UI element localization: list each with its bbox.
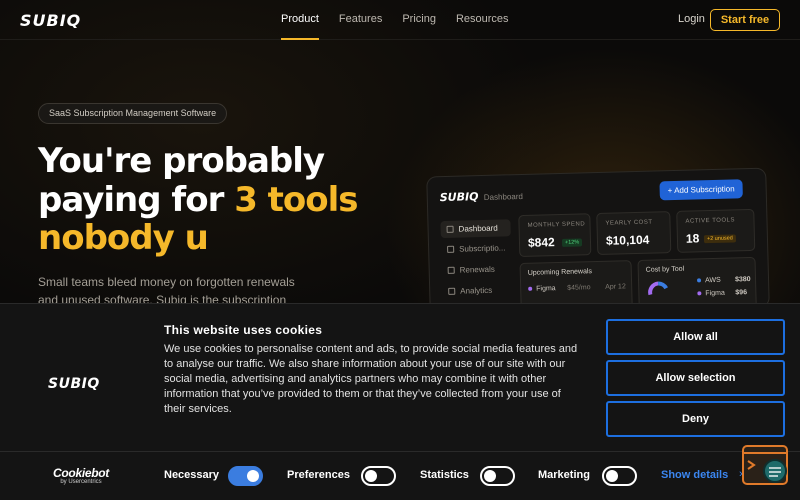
nav-link-resources[interactable]: Resources bbox=[456, 13, 509, 25]
dashboard-logo: SUBIQ bbox=[439, 190, 479, 205]
card-label: YEARLY COST bbox=[605, 219, 653, 227]
cost-value: $96 bbox=[735, 289, 748, 297]
dash-sidebar-dashboard: Dashboard bbox=[440, 219, 511, 239]
nav-link-pricing[interactable]: Pricing bbox=[402, 13, 436, 25]
card-label: MONTHLY SPEND bbox=[527, 221, 586, 229]
necessary-label: Necessary bbox=[164, 469, 220, 481]
toggle-knob bbox=[484, 470, 496, 482]
donut-chart-icon bbox=[648, 281, 669, 296]
grid-icon bbox=[446, 225, 454, 233]
dash-sidebar-label: Dashboard bbox=[458, 223, 498, 234]
headline-highlight: 3 tools bbox=[234, 179, 358, 220]
preferences-toggle[interactable] bbox=[361, 466, 396, 486]
renewal-price: $45/mo bbox=[567, 284, 591, 292]
necessary-toggle[interactable] bbox=[228, 466, 263, 486]
dashboard-title: Dashboard bbox=[483, 191, 524, 202]
cookie-description: We use cookies to personalise content an… bbox=[164, 343, 578, 415]
dash-sidebar-subscriptions: Subscriptio... bbox=[441, 239, 511, 258]
unused-badge: +2 unused bbox=[703, 234, 736, 244]
cookie-banner-logo: SUBIQ bbox=[48, 376, 100, 392]
allow-all-button[interactable]: Allow all bbox=[606, 319, 785, 355]
dashboard-preview: SUBIQ Dashboard + Add Subscription Dashb… bbox=[426, 167, 770, 317]
card-title: Upcoming Renewals bbox=[527, 268, 593, 277]
dash-sidebar-renewals: Renewals bbox=[441, 260, 511, 279]
yearly-cost-card: YEARLY COST $10,104 bbox=[596, 211, 672, 256]
chart-icon bbox=[448, 287, 456, 295]
cookiebot-logo[interactable]: Cookiebot by Usercentrics bbox=[48, 466, 114, 485]
headline-line-2: paying for 3 tools bbox=[38, 179, 398, 220]
brand-logo[interactable]: SUBIQ bbox=[20, 11, 81, 30]
statistics-toggle[interactable] bbox=[480, 466, 515, 486]
toggle-knob bbox=[365, 470, 377, 482]
cookie-consent-banner: SUBIQ This website uses cookies We use c… bbox=[0, 303, 800, 500]
headline-line-1: You're probably bbox=[38, 141, 325, 181]
add-subscription-button: + Add Subscription bbox=[659, 179, 743, 201]
nav-links: Product Features Pricing Resources bbox=[281, 13, 509, 40]
cost-name: Figma bbox=[705, 289, 725, 298]
aws-dot-icon bbox=[696, 278, 702, 283]
renewal-name: Figma bbox=[536, 285, 556, 293]
trend-badge: +12% bbox=[561, 238, 583, 247]
show-details-link[interactable]: Show details bbox=[661, 469, 728, 481]
cost-row: AWS bbox=[696, 276, 721, 285]
cost-value: $380 bbox=[734, 276, 751, 284]
preferences-label: Preferences bbox=[287, 469, 350, 481]
dash-sidebar-label: Subscriptio... bbox=[459, 243, 506, 254]
monthly-spend-card: MONTHLY SPEND $842 +12% bbox=[518, 213, 592, 258]
allow-selection-button[interactable]: Allow selection bbox=[606, 360, 785, 396]
nav-link-features[interactable]: Features bbox=[339, 13, 382, 25]
cookie-divider bbox=[0, 451, 800, 452]
statistics-label: Statistics bbox=[420, 469, 469, 481]
hero-headline: You're probably paying for 3 tools nobod… bbox=[38, 142, 398, 258]
renewal-date: Apr 12 bbox=[605, 283, 626, 291]
cost-row: Figma bbox=[697, 290, 725, 298]
deny-button[interactable]: Deny bbox=[606, 401, 785, 437]
cost-name: AWS bbox=[704, 276, 721, 285]
nav-link-product[interactable]: Product bbox=[281, 13, 319, 40]
toggle-knob bbox=[247, 470, 259, 482]
top-navbar: SUBIQ Product Features Pricing Resources… bbox=[0, 0, 800, 40]
toggle-knob bbox=[606, 470, 618, 482]
card-value: $842 bbox=[527, 235, 555, 250]
chat-widget-icon[interactable] bbox=[742, 445, 790, 487]
card-title: Cost by Tool bbox=[645, 265, 685, 274]
headline-line-2-start: paying for bbox=[38, 179, 235, 220]
card-label: ACTIVE TOOLS bbox=[685, 217, 736, 225]
calendar-icon bbox=[447, 266, 455, 274]
dash-sidebar-label: Renewals bbox=[459, 264, 495, 275]
headline-line-3: nobody u bbox=[38, 218, 209, 258]
card-value: $10,104 bbox=[605, 232, 650, 248]
cookiebot-name: Cookiebot bbox=[53, 466, 109, 480]
login-link[interactable]: Login bbox=[678, 13, 705, 25]
start-free-button[interactable]: Start free bbox=[710, 9, 780, 31]
marketing-label: Marketing bbox=[538, 469, 590, 481]
dash-sidebar-label: Analytics bbox=[460, 285, 493, 296]
dash-sidebar-analytics: Analytics bbox=[442, 281, 512, 300]
list-icon bbox=[447, 245, 455, 253]
renewal-row: Figma bbox=[528, 285, 556, 293]
figma-dot-icon bbox=[697, 291, 702, 296]
category-pill: SaaS Subscription Management Software bbox=[38, 103, 228, 124]
active-tools-card: ACTIVE TOOLS 18 +2 unused bbox=[676, 208, 756, 253]
figma-dot-icon bbox=[528, 286, 533, 291]
cookie-title: This website uses cookies bbox=[164, 323, 323, 337]
card-value: 18 bbox=[685, 231, 700, 246]
marketing-toggle[interactable] bbox=[602, 466, 637, 486]
